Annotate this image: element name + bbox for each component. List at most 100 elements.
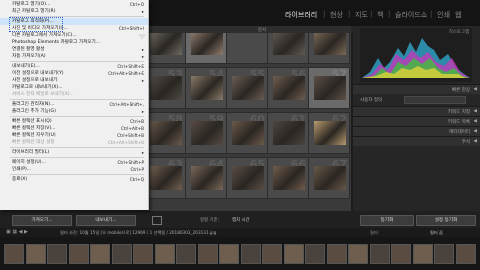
filmstrip-thumbnail[interactable] xyxy=(391,244,411,264)
import-button[interactable]: 가져오기... xyxy=(12,215,72,226)
module-4[interactable]: 슬라이드쇼 xyxy=(395,10,427,20)
filmstrip-thumbnail[interactable] xyxy=(326,244,347,264)
menu-item[interactable]: 플러그인 관리자(N)... Ctrl+Alt+Shift+, xyxy=(0,101,148,108)
thumbnail-cell[interactable]: 55 xyxy=(226,67,268,109)
filmstrip-thumbnail[interactable] xyxy=(90,244,110,264)
thumbnail-cell[interactable]: 48 xyxy=(148,33,186,64)
filmstrip-thumbnail[interactable] xyxy=(305,244,325,264)
menu-item[interactable]: 내보내기(E)... Ctrl+Shift+E xyxy=(0,63,148,70)
menu-item[interactable]: 다른 카탈로그에서 가져오기(C)... xyxy=(0,32,148,39)
panel-comments[interactable]: 주석 ◀ xyxy=(352,136,480,146)
menu-item[interactable]: 사전 설정으로 내보내기 ▸ xyxy=(0,77,148,84)
menu-separator xyxy=(10,116,144,117)
filmstrip-thumbnail[interactable] xyxy=(47,244,67,264)
module-6[interactable]: 웹 xyxy=(455,10,461,20)
module-0[interactable]: 라이브러리 xyxy=(285,10,317,20)
thumbnail-cell[interactable]: 60 xyxy=(226,112,268,154)
menu-item-label: 카탈로그 열기(O)... xyxy=(12,2,51,7)
menu-item-shortcut: Ctrl+Alt+Shift+E xyxy=(108,71,144,76)
grid-view-icon[interactable] xyxy=(152,216,162,225)
module-separator: | xyxy=(448,10,451,18)
module-1[interactable]: 현상 xyxy=(330,10,343,20)
menu-item-shortcut: Ctrl+Alt+Shift+B xyxy=(107,140,144,145)
menu-item[interactable]: 연결된 촬영 활성 ▸ xyxy=(0,46,148,53)
thumbnail-cell[interactable]: 56 xyxy=(267,67,309,109)
filmstrip-thumbnail[interactable] xyxy=(4,244,24,264)
menu-item[interactable]: 빠른 컬렉션 지우기(U) Ctrl+Shift+B xyxy=(0,132,148,139)
panel-keyword-list[interactable]: 키워드 목록 ◀ xyxy=(352,116,480,126)
menu-item[interactable]: 카탈로그로 내보내기(X)... xyxy=(0,84,148,91)
filmstrip-thumbnail[interactable] xyxy=(68,244,89,264)
thumbnail-cell[interactable]: 53 xyxy=(148,67,186,109)
menu-item[interactable]: 플러그인 추가 기능(G) ▸ xyxy=(0,108,148,115)
module-3[interactable]: 책 xyxy=(377,10,383,20)
export-button[interactable]: 내보내기... xyxy=(76,215,136,226)
filmstrip-thumbnail[interactable] xyxy=(154,244,175,264)
custom-dropdown[interactable] xyxy=(404,96,466,104)
module-2[interactable]: 지도 xyxy=(355,10,368,20)
filter-value[interactable]: 필터 끔 xyxy=(430,230,443,236)
nav-icons[interactable]: ▣ ▦ ◀ ▶ xyxy=(6,229,28,235)
menu-item[interactable]: 라이브러리 필터(L) ▸ xyxy=(0,149,148,156)
filmstrip-thumbnail[interactable] xyxy=(133,244,153,264)
thumbnail-cell[interactable]: 64 xyxy=(185,157,227,199)
collapse-triangle-icon[interactable]: ◀ xyxy=(474,87,477,92)
thumbnail-cell[interactable]: 50 xyxy=(226,33,268,64)
filmstrip-thumbnail[interactable] xyxy=(219,244,239,264)
grid-scrollbar[interactable] xyxy=(351,33,353,211)
thumbnail-image xyxy=(273,166,305,190)
sort-value[interactable]: 캡처 시간 xyxy=(232,217,250,223)
filmstrip-thumbnail[interactable] xyxy=(25,244,46,264)
filmstrip-thumbnail[interactable] xyxy=(412,244,433,264)
menu-item[interactable]: 종료(X) Ctrl+Q xyxy=(0,176,148,183)
thumbnail-cell[interactable]: 51 xyxy=(267,33,309,64)
panel-metadata[interactable]: 메타데이터 ◀ xyxy=(352,126,480,136)
sync-button[interactable]: 동기화 xyxy=(360,215,414,226)
menu-item[interactable]: 서비스 전자 메일로 보내기(X)... xyxy=(0,91,148,98)
panel-quick-develop[interactable]: 빠른 현상 ◀ xyxy=(352,84,480,94)
filmstrip-thumbnail[interactable] xyxy=(283,244,304,264)
menu-item[interactable]: 빠른 컬렉션 저장(V)... Ctrl+Alt+B xyxy=(0,125,148,132)
menu-item[interactable]: 인쇄(P)... Ctrl+P xyxy=(0,166,148,173)
thumbnail-cell[interactable]: 66 xyxy=(267,157,309,199)
menu-item[interactable]: 빠른 컬렉션 대상 설정 Ctrl+Alt+Shift+B xyxy=(0,139,148,146)
filmstrip-thumbnail[interactable] xyxy=(197,244,218,264)
menu-item-label: 빠른 컬렉션 대상 설정 xyxy=(12,140,55,145)
thumbnail-cell[interactable]: 49 xyxy=(185,33,227,64)
filmstrip-thumbnail[interactable] xyxy=(369,244,390,264)
menu-item-label: 이전 설정으로 내보내기(Y) xyxy=(12,71,64,76)
thumbnail-cell[interactable]: 62 xyxy=(308,112,350,154)
panel-keywording[interactable]: 키워드 지정 ◀ xyxy=(352,106,480,116)
thumbnail-cell[interactable]: 63 xyxy=(148,157,186,199)
menu-item[interactable]: Photoshop Elements 카탈로그 가져오기... xyxy=(0,39,148,46)
thumbnail-cell[interactable]: 59 xyxy=(185,112,227,154)
filmstrip-thumbnail[interactable] xyxy=(455,244,476,264)
menu-item[interactable]: 카탈로그 열기(O)... Ctrl+O xyxy=(0,1,148,8)
thumbnail-cell[interactable]: 61 xyxy=(267,112,309,154)
thumbnail-cell[interactable]: 58 xyxy=(148,112,186,154)
menu-item[interactable]: 자동 가져오기(A) ▸ xyxy=(0,53,148,60)
thumbnail-cell[interactable]: 52 xyxy=(308,33,350,64)
thumbnail-cell[interactable]: 65 xyxy=(226,157,268,199)
thumbnail-cell[interactable]: 54 xyxy=(185,67,227,109)
menu-item[interactable]: 최근 카탈로그 열기(R) ▸ xyxy=(0,8,148,15)
filmstrip-thumbnail[interactable] xyxy=(434,244,454,264)
filmstrip-thumbnail[interactable] xyxy=(240,244,261,264)
collapse-triangle-icon[interactable]: ◀ xyxy=(474,119,477,124)
module-separator: | xyxy=(348,10,351,18)
filmstrip-thumbnail[interactable] xyxy=(111,244,132,264)
filmstrip-thumbnail[interactable] xyxy=(348,244,368,264)
collapse-triangle-icon[interactable]: ◀ xyxy=(474,139,477,144)
filmstrip-thumbnail[interactable] xyxy=(176,244,196,264)
sync-settings-button[interactable]: 설정 동기화 xyxy=(416,215,476,226)
collapse-triangle-icon[interactable]: ◀ xyxy=(474,109,477,114)
filmstrip-thumbnail[interactable] xyxy=(262,244,282,264)
custom-preset-row[interactable]: 사용자 정의 xyxy=(358,95,476,104)
menu-item[interactable]: 페이지 설정(U)... Ctrl+Shift+P xyxy=(0,159,148,166)
menu-item[interactable]: 이전 설정으로 내보내기(Y) Ctrl+Alt+Shift+E xyxy=(0,70,148,77)
menu-item-label: 빠른 컬렉션 지우기(U) xyxy=(12,133,56,138)
thumbnail-cell[interactable]: 67 xyxy=(308,157,350,199)
thumbnail-cell[interactable]: 57 xyxy=(308,67,350,109)
menu-item[interactable]: 빠른 컬렉션 표시(Q) Ctrl+B xyxy=(0,118,148,125)
collapse-triangle-icon[interactable]: ◀ xyxy=(474,129,477,134)
